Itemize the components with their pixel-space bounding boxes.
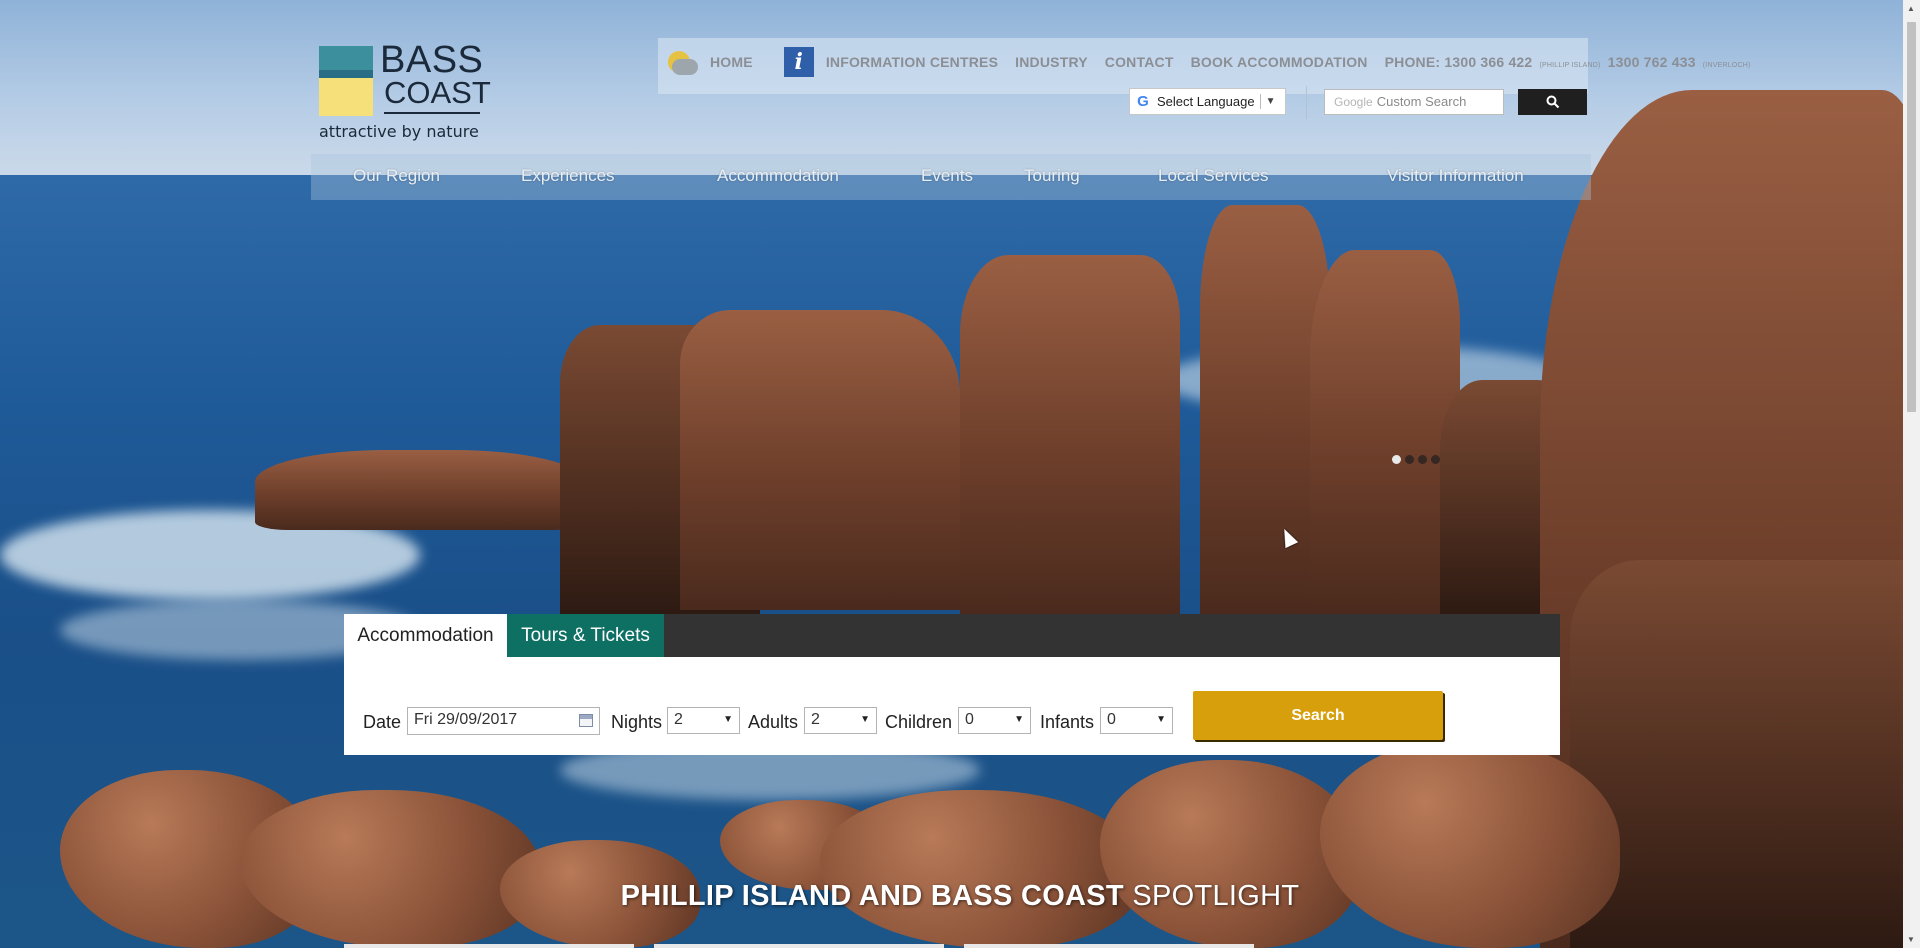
dropdown-arrow-icon: ▼ — [723, 714, 733, 725]
adults-value: 2 — [811, 711, 820, 728]
page-scrollbar[interactable]: ▲ ▼ — [1903, 0, 1920, 948]
scroll-up-icon[interactable]: ▲ — [1907, 4, 1915, 13]
adults-label: Adults — [748, 712, 799, 732]
logo-line1: BASS — [380, 39, 484, 81]
language-selector[interactable]: G Select Language ▼ — [1129, 88, 1286, 115]
dropdown-arrow-icon: ▼ — [860, 714, 870, 725]
search-submit-button[interactable] — [1518, 89, 1587, 115]
date-value: Fri 29/09/2017 — [414, 711, 518, 728]
phone-inverloch[interactable]: 1300 762 433 — [1608, 54, 1696, 70]
spotlight-heading-bold: PHILLIP ISLAND AND BASS COAST — [620, 880, 1124, 912]
infants-label: Infants — [1040, 712, 1095, 732]
spotlight-card[interactable] — [964, 944, 1254, 948]
info-icon[interactable]: i — [783, 47, 814, 77]
nights-select[interactable]: 2 ▼ — [667, 707, 740, 734]
dropdown-arrow-icon: ▼ — [1156, 714, 1166, 725]
utility-bar: HOME i INFORMATION CENTRES INDUSTRY CONT… — [658, 38, 1750, 94]
tab-accommodation[interactable]: Accommodation — [344, 614, 507, 657]
nav-accommodation[interactable]: Accommodation — [717, 166, 839, 186]
main-navigation: Our Region Experiences Accommodation Eve… — [311, 154, 1591, 200]
carousel-dot[interactable] — [1392, 455, 1401, 464]
dropdown-arrow-icon: ▼ — [1014, 714, 1024, 725]
search-button[interactable]: Search — [1193, 691, 1443, 740]
scroll-down-icon[interactable]: ▼ — [1907, 935, 1915, 944]
infants-select[interactable]: 0 ▼ — [1100, 707, 1173, 734]
dropdown-arrow-icon: ▼ — [1265, 96, 1276, 107]
search-icon — [1546, 95, 1559, 109]
nav-industry[interactable]: INDUSTRY — [1015, 54, 1088, 70]
language-selector-label: Select Language — [1157, 94, 1255, 109]
carousel-dot[interactable] — [1405, 455, 1414, 464]
booking-form: Date Fri 29/09/2017 Nights 2 ▼ Adults 2 ▼ … — [344, 657, 1560, 755]
weather-icon[interactable] — [662, 45, 700, 79]
carousel-dot[interactable] — [1418, 455, 1427, 464]
booking-tabs: Accommodation Tours & Tickets — [344, 614, 1560, 657]
date-field[interactable]: Fri 29/09/2017 — [407, 707, 600, 735]
spotlight-heading-light: SPOTLIGHT — [1132, 880, 1300, 912]
phone-inverloch-note: (INVERLOCH) — [1702, 62, 1751, 69]
custom-search-input[interactable]: Google Custom Search — [1324, 89, 1504, 115]
nav-our-region[interactable]: Our Region — [353, 166, 440, 186]
scrollbar-thumb[interactable] — [1907, 22, 1916, 412]
children-label: Children — [885, 712, 953, 732]
hero-background-image — [0, 0, 1920, 948]
tab-tours-tickets[interactable]: Tours & Tickets — [507, 614, 664, 657]
phone-label: PHONE: — [1384, 54, 1441, 70]
spotlight-heading: PHILLIP ISLAND AND BASS COAST SPOTLIGHT — [0, 880, 1920, 913]
logo-mark-icon — [319, 46, 373, 116]
phone-numbers: PHONE: 1300 366 422 (PHILLIP ISLAND) 130… — [1385, 54, 1754, 70]
nav-information-centres[interactable]: INFORMATION CENTRES — [826, 54, 998, 70]
google-g-icon: G — [1137, 93, 1149, 110]
booking-widget: Accommodation Tours & Tickets Date Fri 2… — [344, 614, 1560, 755]
nav-visitor-information[interactable]: Visitor Information — [1387, 166, 1524, 186]
nav-contact[interactable]: CONTACT — [1105, 54, 1174, 70]
google-brand-text: Google — [1334, 95, 1373, 109]
adults-select[interactable]: 2 ▼ — [804, 707, 877, 734]
carousel-indicators — [1392, 455, 1440, 464]
nav-local-services[interactable]: Local Services — [1158, 166, 1269, 186]
logo-rule — [384, 112, 480, 114]
nav-home[interactable]: HOME — [710, 54, 753, 70]
nav-book-accommodation[interactable]: BOOK ACCOMMODATION — [1191, 54, 1368, 70]
spotlight-card[interactable] — [344, 944, 634, 948]
calendar-icon[interactable] — [579, 714, 593, 727]
nav-events[interactable]: Events — [921, 166, 973, 186]
logo-tagline: attractive by nature — [319, 122, 479, 141]
bass-coast-logo[interactable]: BASS COAST attractive by nature — [318, 40, 491, 144]
spotlight-card[interactable] — [654, 944, 944, 948]
children-value: 0 — [965, 711, 974, 728]
nights-label: Nights — [611, 712, 663, 732]
search-placeholder: Custom Search — [1376, 94, 1467, 109]
divider — [1306, 86, 1307, 119]
phone-phillip-island[interactable]: 1300 366 422 — [1444, 54, 1532, 70]
children-select[interactable]: 0 ▼ — [958, 707, 1031, 734]
nav-touring[interactable]: Touring — [1024, 166, 1080, 186]
phone-phillip-island-note: (PHILLIP ISLAND) — [1539, 62, 1601, 69]
infants-value: 0 — [1107, 711, 1116, 728]
spotlight-cards — [344, 944, 1254, 948]
nav-experiences[interactable]: Experiences — [521, 166, 615, 186]
carousel-dot[interactable] — [1431, 455, 1440, 464]
date-label: Date — [363, 712, 402, 732]
logo-line2: COAST — [384, 75, 491, 110]
nights-value: 2 — [674, 711, 683, 728]
